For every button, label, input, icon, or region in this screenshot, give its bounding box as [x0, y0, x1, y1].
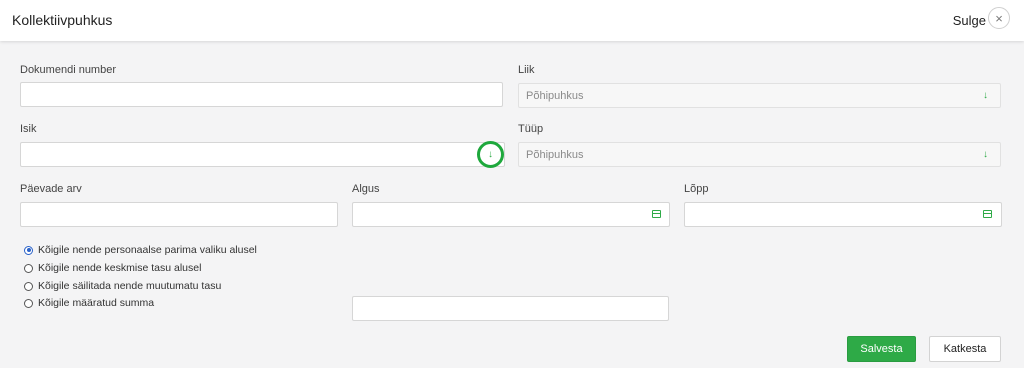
amount-input[interactable]: [352, 296, 669, 321]
radio-option-unchanged-pay[interactable]: Kõigile säilitada nende muutumatu tasu: [24, 280, 221, 292]
save-button[interactable]: Salvesta: [847, 336, 916, 362]
document-number-input[interactable]: [20, 82, 503, 107]
kind-select[interactable]: Põhipuhkus: [518, 83, 1001, 108]
type-label: Tüüp: [518, 123, 544, 135]
radio-button[interactable]: [24, 298, 33, 308]
modal-title: Kollektiivpuhkus: [12, 12, 113, 28]
calendar-icon[interactable]: [652, 210, 661, 218]
days-input[interactable]: [20, 202, 338, 227]
type-value: Põhipuhkus: [526, 148, 584, 161]
start-date-input[interactable]: [352, 202, 670, 227]
radio-label: Kõigile säilitada nende muutumatu tasu: [38, 280, 222, 292]
cancel-button[interactable]: Katkesta: [929, 336, 1001, 362]
start-label: Algus: [352, 183, 380, 195]
kind-label: Liik: [518, 64, 535, 76]
modal-header: Kollektiivpuhkus Sulge ×: [0, 0, 1024, 41]
document-number-label: Dokumendi number: [20, 64, 116, 76]
chevron-down-icon: ↓: [983, 90, 988, 101]
radio-button[interactable]: [24, 281, 33, 291]
person-dropdown-button[interactable]: ↓: [477, 141, 504, 168]
radio-button-checked[interactable]: [24, 245, 33, 255]
type-select[interactable]: Põhipuhkus: [518, 142, 1001, 167]
person-label: Isik: [20, 123, 37, 135]
chevron-down-icon: ↓: [488, 149, 493, 160]
radio-button[interactable]: [24, 263, 33, 273]
radio-label: Kõigile määratud summa: [38, 297, 155, 309]
radio-label: Kõigile nende personaalse parima valiku …: [38, 244, 257, 256]
person-input[interactable]: [20, 142, 505, 167]
radio-label: Kõigile nende keskmise tasu alusel: [38, 262, 202, 274]
chevron-down-icon: ↓: [983, 149, 988, 160]
close-label[interactable]: Sulge: [953, 13, 986, 28]
end-date-input[interactable]: [684, 202, 1002, 227]
calendar-icon[interactable]: [983, 210, 992, 218]
close-icon[interactable]: ×: [988, 7, 1010, 29]
radio-option-average-pay[interactable]: Kõigile nende keskmise tasu alusel: [24, 262, 201, 274]
radio-option-best-choice[interactable]: Kõigile nende personaalse parima valiku …: [24, 244, 257, 256]
days-label: Päevade arv: [20, 183, 82, 195]
end-label: Lõpp: [684, 183, 709, 195]
kind-value: Põhipuhkus: [526, 89, 584, 102]
radio-option-fixed-amount[interactable]: Kõigile määratud summa: [24, 297, 154, 309]
